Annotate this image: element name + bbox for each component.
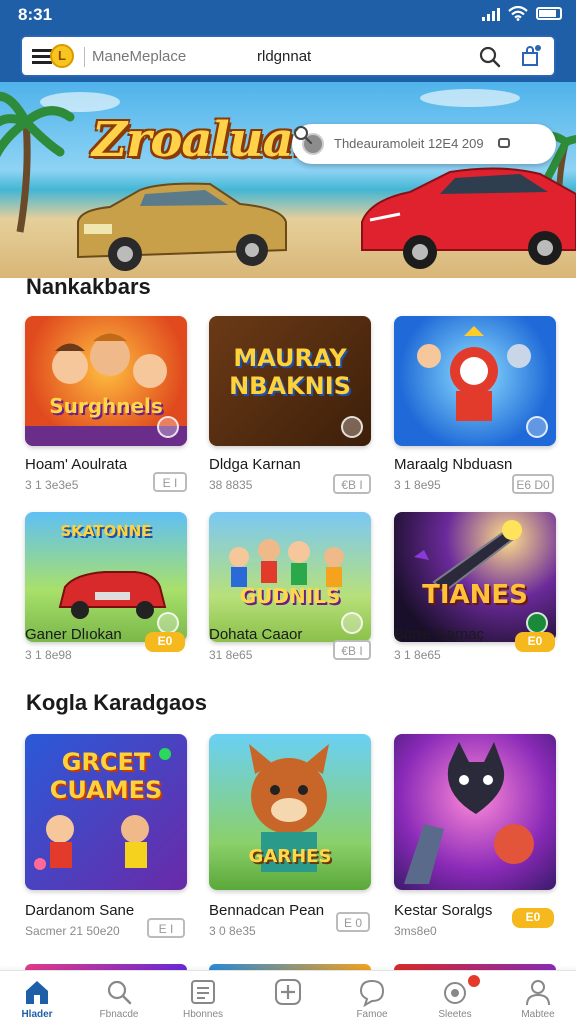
game-art-title: GUDNILS: [239, 584, 341, 608]
game-meta: 3 1 8e95: [394, 478, 441, 492]
game-tag: E0: [512, 908, 554, 928]
game-meta: Sacmer 21 50e20: [25, 924, 120, 938]
status-time: 8:31: [18, 5, 53, 24]
nav-item-search[interactable]: Fbnacde: [78, 971, 160, 1024]
game-meta: 38 8835: [209, 478, 253, 492]
game-title[interactable]: Kestar Soralgs: [394, 902, 492, 919]
notification-badge: [468, 975, 480, 987]
game-tag: €B I: [333, 474, 371, 494]
hero-search-bar[interactable]: Thdeauramoleit 12E4 209: [292, 124, 556, 164]
nav-item-games[interactable]: Sleetes: [414, 971, 496, 1024]
nav-label-profile: Mabtee: [521, 1009, 555, 1020]
section-title-2: Kogla Karadgaos: [26, 690, 207, 715]
badge-icon: [157, 416, 179, 438]
game-card[interactable]: GRCET CUAMES: [25, 734, 187, 890]
filter-icon[interactable]: [498, 138, 510, 148]
bottom-navigation: Hlader Fbnacde Hbonnes Famoe Sleetes Mab…: [0, 970, 576, 1024]
badge-icon: [526, 416, 548, 438]
search-input[interactable]: rldgnnat: [257, 48, 311, 65]
status-bar: 8:31: [0, 0, 576, 30]
game-card[interactable]: Surghnels: [25, 316, 187, 446]
game-title[interactable]: Dardanom Sane: [25, 902, 134, 919]
game-tag: €B I: [333, 640, 371, 660]
game-art: [404, 742, 534, 884]
game-meta: 3 1 3e3e5: [25, 478, 79, 492]
nav-item-profile[interactable]: Mabtee: [497, 971, 576, 1024]
search-icon[interactable]: [478, 45, 502, 69]
game-title[interactable]: Maraalg Nbduasn: [394, 456, 512, 473]
nav-item-list[interactable]: Hbonnes: [162, 971, 244, 1024]
nav-label-search: Fbnacde: [99, 1009, 139, 1020]
game-meta: 3 0 8e35: [209, 924, 256, 938]
search-icon[interactable]: [292, 124, 314, 146]
game-art-title: Surghnels: [49, 394, 163, 418]
game-card[interactable]: TIANES: [394, 512, 556, 642]
game-card[interactable]: MAURAY NBAKNIS: [209, 316, 371, 446]
game-meta: 3 1 8e65: [394, 648, 441, 662]
hero-search-input[interactable]: Thdeauramoleit 12E4 209: [334, 136, 484, 151]
game-title[interactable]: Borre Garnaç: [394, 626, 484, 643]
games-icon: [444, 982, 466, 1004]
game-tag: E I: [153, 472, 187, 492]
search-icon: [107, 980, 132, 1005]
game-title[interactable]: Hoam' Aoulrata: [25, 456, 127, 473]
section-title-1: Nankakbars: [26, 274, 151, 299]
search-divider: [84, 47, 85, 67]
game-card[interactable]: GARHES: [209, 734, 371, 890]
badge-icon: [341, 612, 363, 634]
nav-label-list: Hbonnes: [182, 1009, 224, 1020]
game-art-title: SKATONNE: [60, 522, 152, 540]
list-icon: [191, 980, 215, 1004]
game-title[interactable]: Ganer Dlıokan: [25, 626, 122, 643]
game-tag: E I: [147, 918, 185, 938]
game-card[interactable]: GUDNILS: [209, 512, 371, 642]
nav-item-home[interactable]: Hlader: [0, 971, 78, 1024]
status-icons: [482, 6, 562, 21]
game-tag: E0: [145, 632, 185, 652]
notification-icon[interactable]: [518, 43, 544, 69]
nav-label-home: Hlader: [21, 1009, 53, 1020]
game-meta: 3ms8e0: [394, 924, 437, 938]
chat-icon: [359, 979, 385, 1007]
search-scope-label[interactable]: ManeMeplace: [92, 48, 186, 65]
game-art-title: MAURAY NBAKNIS: [229, 344, 351, 400]
game-title[interactable]: Dohata Caaor: [209, 626, 302, 643]
wifi-icon: [508, 6, 528, 21]
badge-icon: [526, 612, 548, 634]
game-tag: E0: [515, 632, 555, 652]
hero-banner[interactable]: Zroaluan Thdeauramoleit 12E4 209: [0, 82, 576, 278]
home-icon: [26, 981, 48, 1004]
nav-item-add[interactable]: [247, 971, 329, 1024]
profile-icon: [526, 980, 550, 1006]
coin-icon[interactable]: L: [50, 44, 74, 68]
signal-icon: [482, 7, 500, 21]
game-card[interactable]: [394, 316, 556, 446]
game-art-title: TIANES: [422, 580, 528, 610]
app-header: L ManeMeplace rldgnnat: [0, 30, 576, 82]
game-meta: 31 8e65: [209, 648, 253, 662]
battery-icon: [536, 7, 562, 20]
nav-label-games: Sleetes: [438, 1009, 472, 1020]
game-tag: E 0: [336, 912, 370, 932]
game-card[interactable]: [394, 734, 556, 890]
add-icon: [275, 979, 301, 1005]
game-tag: E6 D0: [512, 474, 554, 494]
badge-icon: [341, 416, 363, 438]
nav-item-chat[interactable]: Famoe: [331, 971, 413, 1024]
game-art-title: GARHES: [248, 846, 332, 867]
badge-icon: [157, 612, 179, 634]
game-title[interactable]: Dldga Karnan: [209, 456, 301, 473]
game-meta: 3 1 8e98: [25, 648, 72, 662]
game-title[interactable]: Bennadcan Pean: [209, 902, 324, 919]
nav-label-chat: Famoe: [356, 1009, 388, 1020]
top-search-bar[interactable]: L ManeMeplace rldgnnat: [20, 35, 556, 77]
game-card[interactable]: SKATONNE: [25, 512, 187, 642]
game-art-title: GRCET CUAMES: [49, 748, 163, 804]
